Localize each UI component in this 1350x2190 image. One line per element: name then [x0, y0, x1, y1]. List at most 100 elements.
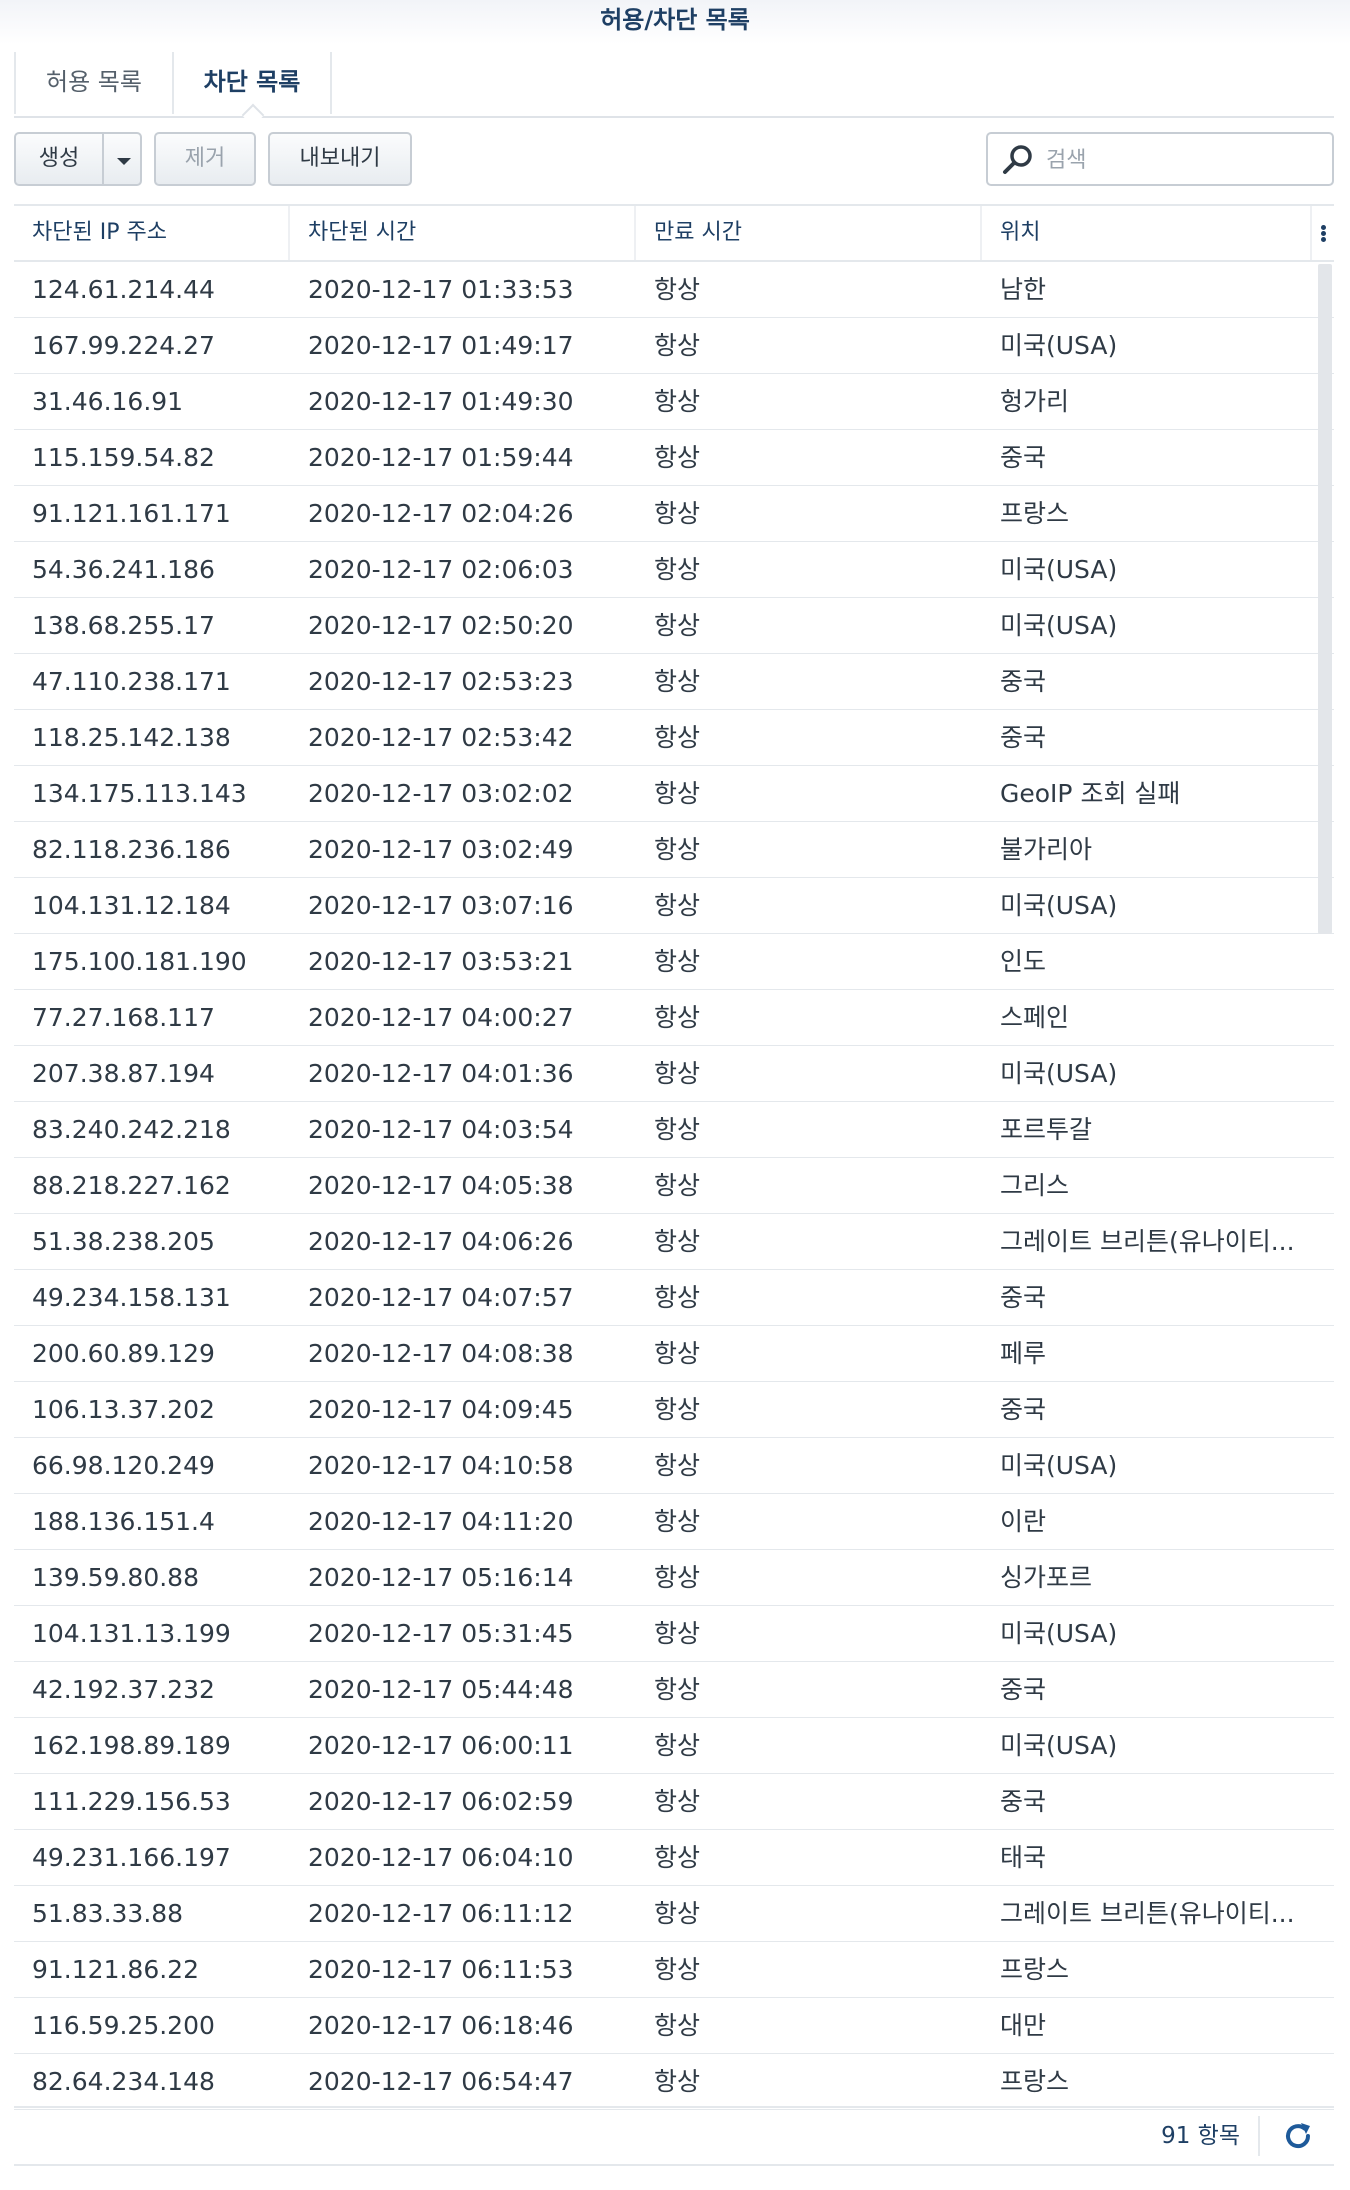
- cell-ip: 111.229.156.53: [32, 1787, 231, 1816]
- cell-blocked-time: 2020-12-17 06:11:53: [308, 1955, 574, 1984]
- table-row[interactable]: 66.98.120.249 2020-12-17 04:10:58 항상 미국(USA…: [14, 1438, 1334, 1494]
- cell-location: 페루: [1000, 1339, 1047, 1368]
- table-row[interactable]: 91.121.86.22 2020-12-17 06:11:53 항상 프랑스: [14, 1942, 1334, 1998]
- table-row[interactable]: 134.175.113.143 2020-12-17 03:02:02 항상 GeoI…: [14, 766, 1334, 822]
- cell-ip: 124.61.214.44: [32, 275, 215, 304]
- cell-expiry: 항상: [654, 1395, 701, 1424]
- divider: [1258, 2116, 1260, 2156]
- cell-blocked-time: 2020-12-17 02:50:20: [308, 611, 574, 640]
- column-header-blocked-time[interactable]: 차단된 시간: [290, 206, 636, 260]
- cell-ip: 207.38.87.194: [32, 1059, 215, 1088]
- table-row[interactable]: 47.110.238.171 2020-12-17 02:53:23 항상 중국: [14, 654, 1334, 710]
- cell-ip: 88.218.227.162: [32, 1171, 231, 1200]
- table-row[interactable]: 31.46.16.91 2020-12-17 01:49:30 항상 헝가리: [14, 374, 1334, 430]
- cell-location: 미국(USA): [1000, 331, 1118, 360]
- table-row[interactable]: 139.59.80.88 2020-12-17 05:16:14 항상 싱가포르: [14, 1550, 1334, 1606]
- cell-ip: 134.175.113.143: [32, 779, 247, 808]
- export-button[interactable]: 내보내기: [268, 132, 412, 186]
- cell-blocked-time: 2020-12-17 06:18:46: [308, 2011, 574, 2040]
- cell-blocked-time: 2020-12-17 01:59:44: [308, 443, 574, 472]
- table-row[interactable]: 162.198.89.189 2020-12-17 06:00:11 항상 미국(US…: [14, 1718, 1334, 1774]
- cell-blocked-time: 2020-12-17 01:49:30: [308, 387, 574, 416]
- table-row[interactable]: 167.99.224.27 2020-12-17 01:49:17 항상 미국(USA…: [14, 318, 1334, 374]
- vertical-dots-icon[interactable]: [1314, 220, 1334, 246]
- cell-expiry: 항상: [654, 1843, 701, 1872]
- cell-location: 인도: [1000, 947, 1047, 976]
- table-row[interactable]: 175.100.181.190 2020-12-17 03:53:21 항상 인도: [14, 934, 1334, 990]
- table-row[interactable]: 207.38.87.194 2020-12-17 04:01:36 항상 미국(USA…: [14, 1046, 1334, 1102]
- table-row[interactable]: 91.121.161.171 2020-12-17 02:04:26 항상 프랑스: [14, 486, 1334, 542]
- table-row[interactable]: 138.68.255.17 2020-12-17 02:50:20 항상 미국(USA…: [14, 598, 1334, 654]
- cell-expiry: 항상: [654, 1171, 701, 1200]
- table-row[interactable]: 106.13.37.202 2020-12-17 04:09:45 항상 중국: [14, 1382, 1334, 1438]
- table-row[interactable]: 42.192.37.232 2020-12-17 05:44:48 항상 중국: [14, 1662, 1334, 1718]
- cell-location: 불가리아: [1000, 835, 1093, 864]
- table-row[interactable]: 104.131.13.199 2020-12-17 05:31:45 항상 미국(US…: [14, 1606, 1334, 1662]
- create-dropdown-button[interactable]: [102, 132, 142, 186]
- cell-location: 미국(USA): [1000, 891, 1118, 920]
- search-input[interactable]: [1044, 142, 1318, 178]
- table-row[interactable]: 77.27.168.117 2020-12-17 04:00:27 항상 스페인: [14, 990, 1334, 1046]
- cell-blocked-time: 2020-12-17 03:02:02: [308, 779, 574, 808]
- cell-blocked-time: 2020-12-17 04:09:45: [308, 1395, 574, 1424]
- cell-ip: 139.59.80.88: [32, 1563, 199, 1592]
- cell-ip: 104.131.13.199: [32, 1619, 231, 1648]
- cell-location: 중국: [1000, 443, 1047, 472]
- cell-location: 중국: [1000, 1283, 1047, 1312]
- cell-blocked-time: 2020-12-17 03:07:16: [308, 891, 574, 920]
- table-row[interactable]: 49.234.158.131 2020-12-17 04:07:57 항상 중국: [14, 1270, 1334, 1326]
- remove-button[interactable]: 제거: [154, 132, 256, 186]
- create-button[interactable]: 생성: [14, 132, 104, 186]
- table-row[interactable]: 54.36.241.186 2020-12-17 02:06:03 항상 미국(USA…: [14, 542, 1334, 598]
- column-header-expiry[interactable]: 만료 시간: [636, 206, 982, 260]
- table-row[interactable]: 111.229.156.53 2020-12-17 06:02:59 항상 중국: [14, 1774, 1334, 1830]
- cell-location: 중국: [1000, 1787, 1047, 1816]
- refresh-icon[interactable]: [1280, 2118, 1316, 2154]
- table-row[interactable]: 88.218.227.162 2020-12-17 04:05:38 항상 그리스: [14, 1158, 1334, 1214]
- table-row[interactable]: 124.61.214.44 2020-12-17 01:33:53 항상 남한: [14, 262, 1334, 318]
- tab-block-list[interactable]: 차단 목록: [172, 52, 332, 127]
- cell-ip: 116.59.25.200: [32, 2011, 215, 2040]
- cell-ip: 138.68.255.17: [32, 611, 215, 640]
- cell-expiry: 항상: [654, 387, 701, 416]
- cell-expiry: 항상: [654, 1955, 701, 1984]
- cell-ip: 175.100.181.190: [32, 947, 247, 976]
- table-row[interactable]: 49.231.166.197 2020-12-17 06:04:10 항상 태국: [14, 1830, 1334, 1886]
- table-row[interactable]: 83.240.242.218 2020-12-17 04:03:54 항상 포르투갈: [14, 1102, 1334, 1158]
- cell-expiry: 항상: [654, 1283, 701, 1312]
- cell-blocked-time: 2020-12-17 06:02:59: [308, 1787, 574, 1816]
- cell-location: 중국: [1000, 723, 1047, 752]
- cell-blocked-time: 2020-12-17 04:07:57: [308, 1283, 574, 1312]
- cell-location: 중국: [1000, 667, 1047, 696]
- cell-ip: 82.64.234.148: [32, 2067, 215, 2096]
- table-row[interactable]: 82.64.234.148 2020-12-17 06:54:47 항상 프랑스: [14, 2054, 1334, 2110]
- table-row[interactable]: 188.136.151.4 2020-12-17 04:11:20 항상 이란: [14, 1494, 1334, 1550]
- table-row[interactable]: 104.131.12.184 2020-12-17 03:07:16 항상 미국(US…: [14, 878, 1334, 934]
- cell-location: 프랑스: [1000, 499, 1070, 528]
- cell-expiry: 항상: [654, 1227, 701, 1256]
- item-count: 91 항목: [1161, 2123, 1240, 2149]
- cell-location: 중국: [1000, 1675, 1047, 1704]
- cell-ip: 104.131.12.184: [32, 891, 231, 920]
- cell-expiry: 항상: [654, 1563, 701, 1592]
- vertical-scrollbar[interactable]: [1318, 264, 1332, 934]
- table-row[interactable]: 116.59.25.200 2020-12-17 06:18:46 항상 대만: [14, 1998, 1334, 2054]
- column-header-location[interactable]: 위치: [982, 206, 1312, 260]
- table-row[interactable]: 118.25.142.138 2020-12-17 02:53:42 항상 중국: [14, 710, 1334, 766]
- cell-blocked-time: 2020-12-17 05:44:48: [308, 1675, 574, 1704]
- cell-ip: 188.136.151.4: [32, 1507, 215, 1536]
- cell-expiry: 항상: [654, 1451, 701, 1480]
- cell-blocked-time: 2020-12-17 04:01:36: [308, 1059, 574, 1088]
- tab-allow-list[interactable]: 허용 목록: [14, 52, 172, 114]
- cell-location: 프랑스: [1000, 2067, 1070, 2096]
- table-row[interactable]: 51.38.238.205 2020-12-17 04:06:26 항상 그레이트 브…: [14, 1214, 1334, 1270]
- search-box[interactable]: [986, 132, 1334, 186]
- table-row[interactable]: 51.83.33.88 2020-12-17 06:11:12 항상 그레이트 브리튼…: [14, 1886, 1334, 1942]
- cell-expiry: 항상: [654, 667, 701, 696]
- cell-location: 남한: [1000, 275, 1047, 304]
- column-header-ip[interactable]: 차단된 IP 주소: [14, 206, 290, 260]
- cell-ip: 49.234.158.131: [32, 1283, 231, 1312]
- table-row[interactable]: 82.118.236.186 2020-12-17 03:02:49 항상 불가리아: [14, 822, 1334, 878]
- table-row[interactable]: 200.60.89.129 2020-12-17 04:08:38 항상 페루: [14, 1326, 1334, 1382]
- table-row[interactable]: 115.159.54.82 2020-12-17 01:59:44 항상 중국: [14, 430, 1334, 486]
